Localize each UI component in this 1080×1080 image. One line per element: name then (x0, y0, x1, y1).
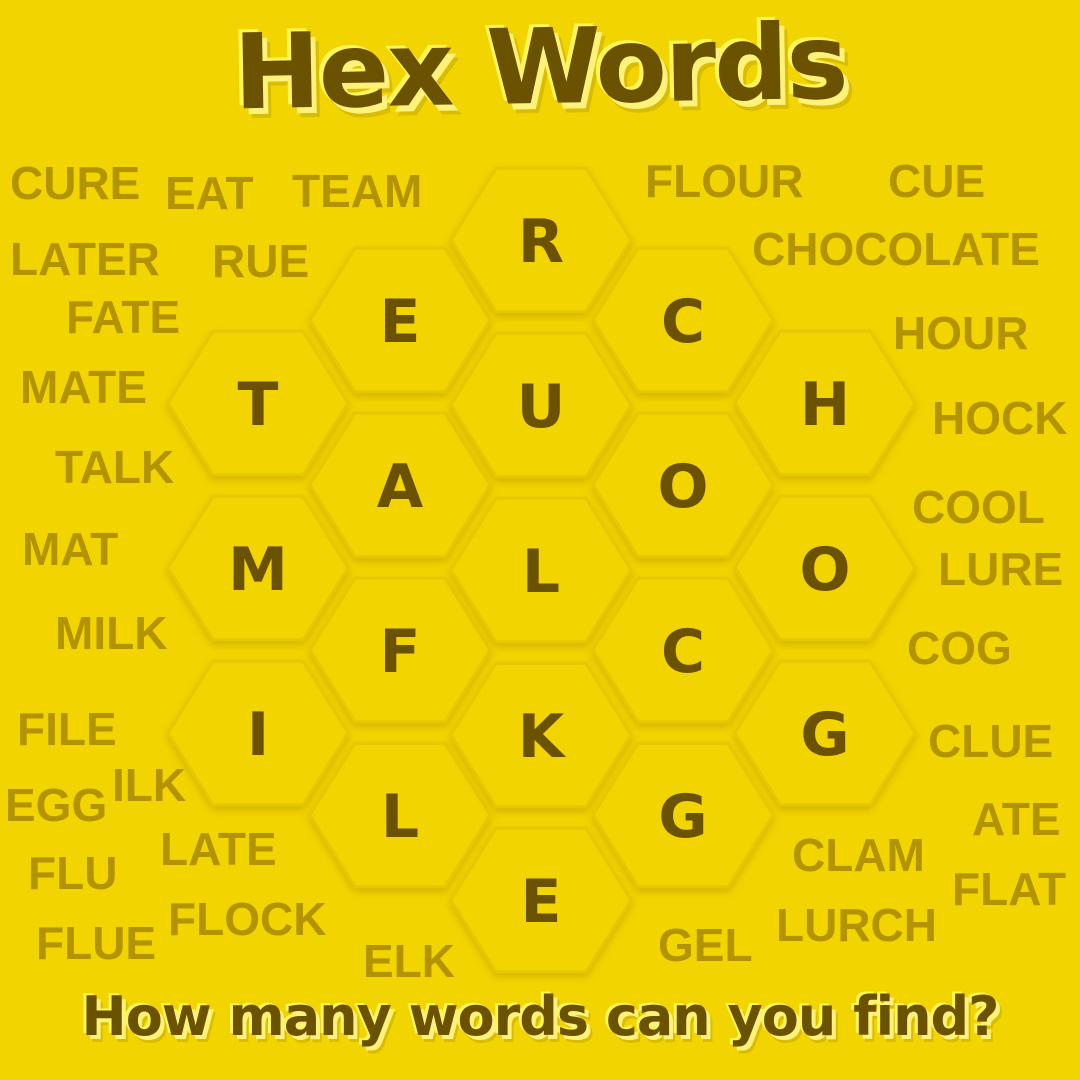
hex-letter: M (228, 535, 288, 605)
word-item: LURE (938, 543, 1064, 595)
hex-cell[interactable]: G (733, 659, 917, 807)
hex-letter: L (381, 782, 419, 852)
word-item: MATE (20, 361, 147, 413)
hex-cell[interactable]: U (449, 331, 633, 479)
word-item: FLOCK (168, 893, 327, 945)
hex-cell[interactable]: O (733, 494, 917, 642)
hex-letter: U (517, 372, 566, 442)
word-item: TEAM (292, 165, 423, 217)
word-item: FILE (17, 703, 117, 755)
hex-letter: O (657, 452, 708, 522)
word-item: CURE (10, 157, 141, 209)
word-item: TALK (55, 441, 175, 493)
hex-cell[interactable]: T (166, 329, 350, 477)
word-item: FLUE (36, 917, 157, 969)
word-item: COOL (912, 481, 1045, 533)
hex-cell[interactable]: E (449, 826, 633, 974)
word-item: HOUR (893, 307, 1029, 359)
hex-letter: I (247, 700, 269, 770)
hex-cell[interactable]: I (166, 659, 350, 807)
hex-letter: A (377, 452, 424, 522)
word-item: EAT (165, 167, 254, 219)
word-item: HOCK (932, 392, 1068, 444)
word-item: GEL (658, 919, 753, 971)
hex-cell[interactable]: L (449, 496, 633, 644)
hex-cell[interactable]: R (449, 166, 633, 314)
hex-letter: T (238, 370, 279, 440)
word-item: CLUE (928, 715, 1054, 767)
hex-letter: C (661, 287, 705, 357)
game-tagline: How many words can you find? (81, 985, 1000, 1048)
hex-cell[interactable]: E (308, 246, 492, 394)
word-item: CLAM (792, 829, 925, 881)
hex-letter: G (658, 782, 707, 852)
hex-letter: F (380, 617, 421, 687)
word-item: LURCH (776, 899, 937, 951)
hex-letter: H (800, 370, 850, 440)
hex-letter: C (661, 617, 705, 687)
hex-cell[interactable]: A (308, 411, 492, 559)
hex-letter: E (521, 867, 562, 937)
word-item: EGG (5, 779, 108, 831)
word-item: CUE (888, 155, 986, 207)
game-board: T M I E A F L R U L K E C O C G H O G Hex Words CURE EAT TEA… (0, 0, 1080, 1080)
hex-letter: G (800, 700, 849, 770)
word-item: MILK (55, 607, 168, 659)
hex-letter: L (522, 537, 560, 607)
hex-letter: E (380, 287, 421, 357)
word-item: ELK (363, 935, 455, 987)
hex-letter: K (518, 702, 567, 772)
hex-cell[interactable]: M (166, 494, 350, 642)
word-item: LATER (10, 233, 160, 285)
word-item: COG (907, 622, 1012, 674)
word-item: ILK (112, 759, 187, 811)
hex-cell[interactable]: C (591, 576, 775, 724)
word-item: ATE (972, 793, 1061, 845)
game-title: Hex Words (232, 0, 848, 134)
hex-letter: R (518, 207, 564, 277)
word-item: FLU (28, 847, 118, 899)
hex-cell[interactable]: L (308, 741, 492, 889)
hex-cell[interactable]: C (591, 246, 775, 394)
hex-cell[interactable]: G (591, 741, 775, 889)
hex-cell[interactable]: K (449, 661, 633, 809)
hex-cell[interactable]: H (733, 329, 917, 477)
hex-letter: O (799, 535, 850, 605)
word-item: RUE (212, 235, 310, 287)
hex-cell[interactable]: O (591, 411, 775, 559)
word-item: FATE (66, 291, 181, 343)
word-item: CHOCOLATE (752, 223, 1040, 275)
word-item: FLOUR (645, 155, 804, 207)
word-item: MAT (22, 523, 119, 575)
word-item: FLAT (952, 863, 1067, 915)
hex-cell[interactable]: F (308, 576, 492, 724)
word-item: LATE (160, 823, 277, 875)
